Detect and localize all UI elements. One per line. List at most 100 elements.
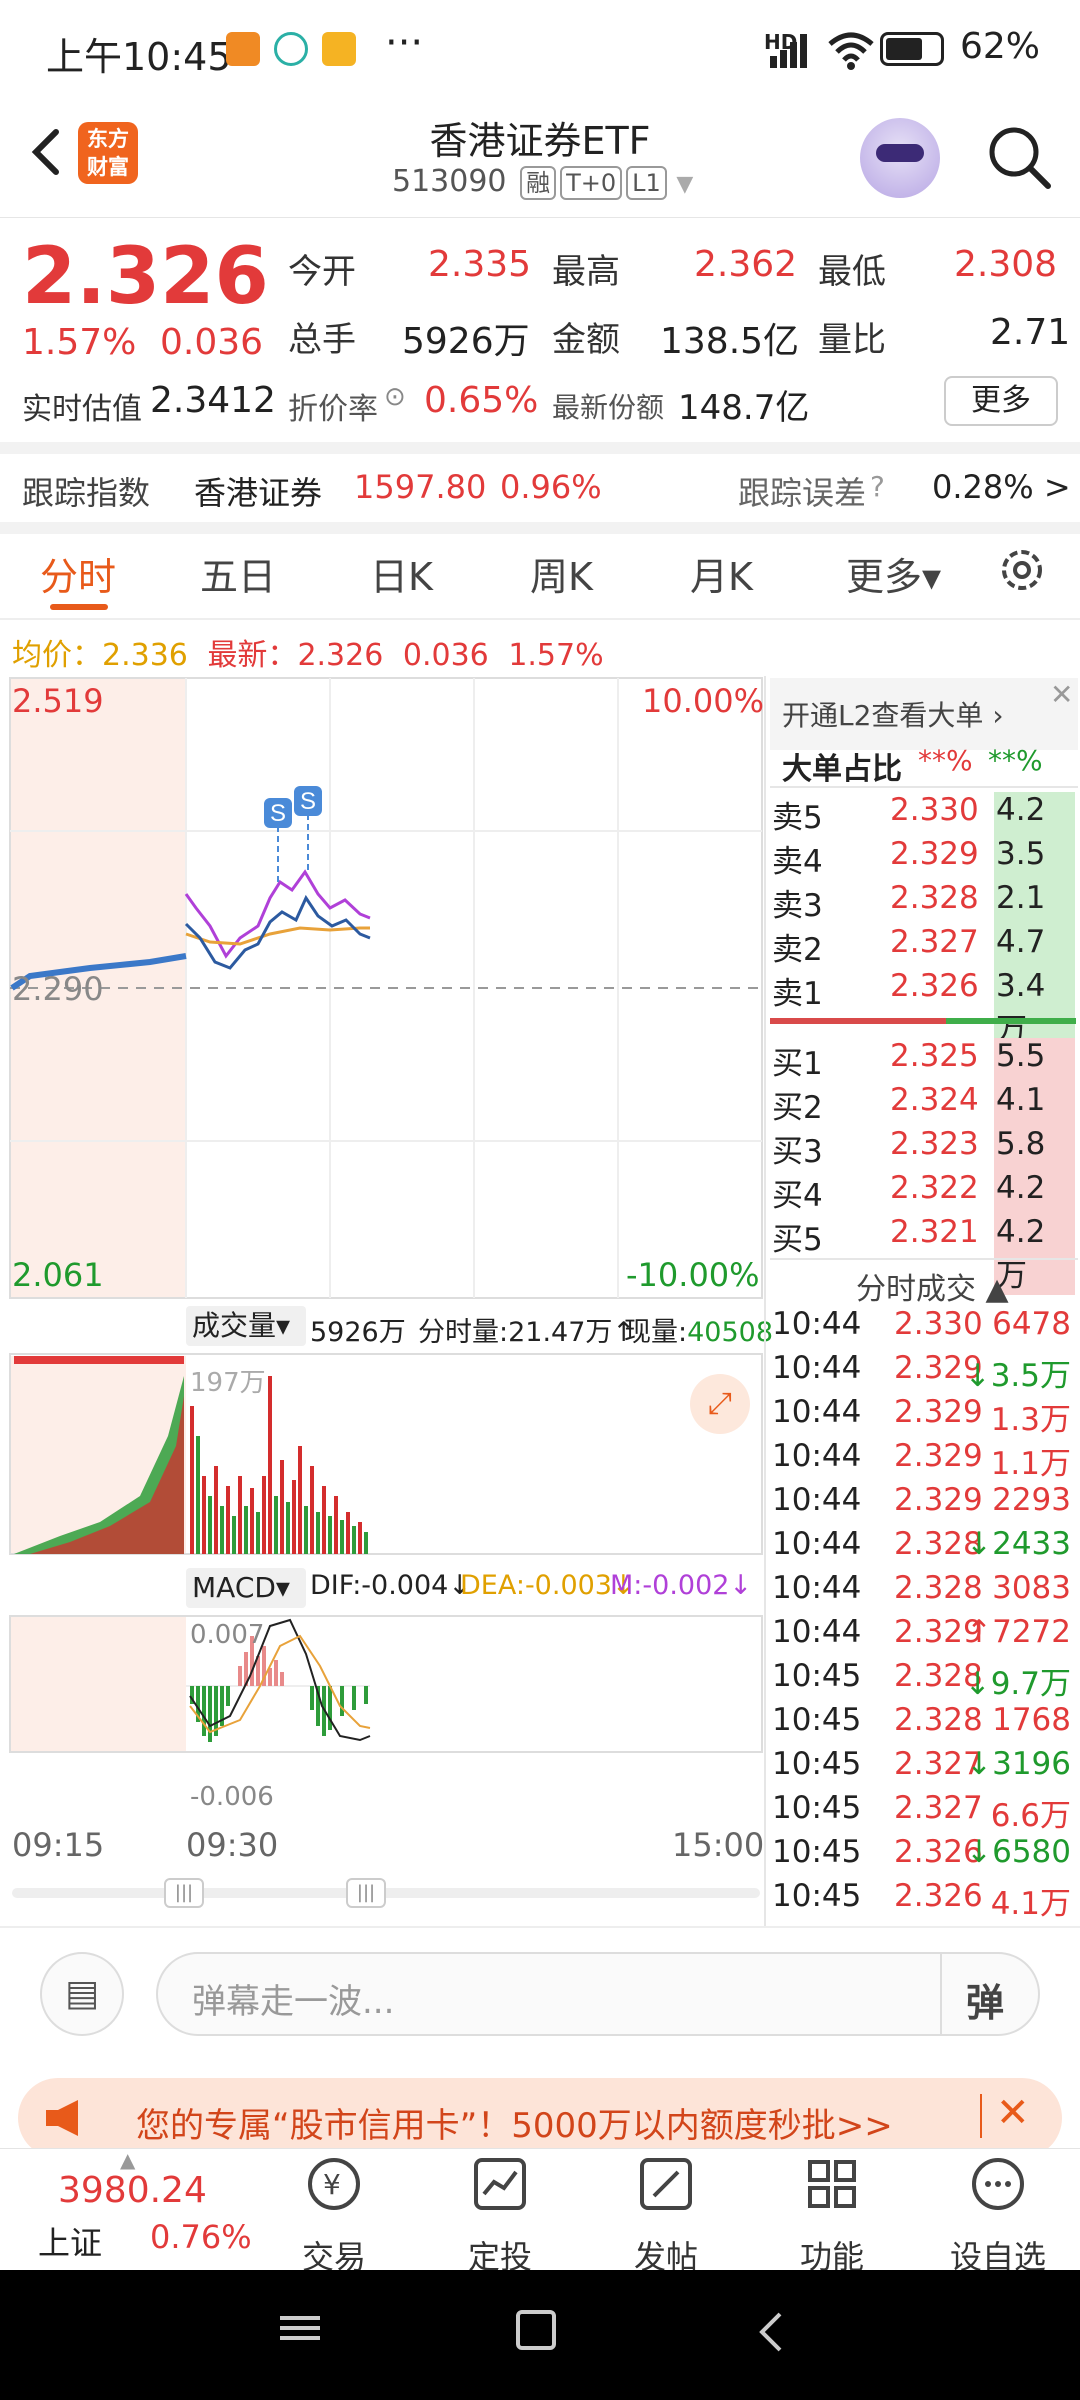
bid-row[interactable]: 买1 2.325 5.5万 (770, 1038, 1075, 1119)
ask-row[interactable]: 卖4 2.329 3.5万 (770, 836, 1075, 917)
home-icon[interactable] (516, 2310, 556, 2350)
bid-row[interactable]: 买3 2.323 5.8万 (770, 1126, 1075, 1207)
index-pct[interactable]: 0.76% (150, 2218, 252, 2256)
ask-price: 2.329 (890, 836, 979, 872)
iopv-label: 实时估值 (22, 392, 142, 427)
divider (940, 1954, 942, 2034)
trade-price: 2.326 (894, 1878, 983, 1914)
volume-axis-max: 197万 (190, 1368, 266, 1398)
tab-five-day[interactable]: 五日 (200, 546, 276, 601)
range-handle-left[interactable]: ||| (164, 1878, 204, 1908)
avg-label: 均价： (12, 638, 102, 673)
tab-intraday[interactable]: 分时 (40, 546, 116, 601)
trade-row: 10:44 2.328 3083 (770, 1570, 1075, 1614)
time-range-scrollbar[interactable] (12, 1888, 760, 1898)
ask-row[interactable]: 卖5 2.330 4.2万 (770, 792, 1075, 873)
danmu-toggle-button[interactable]: 弹 (966, 1972, 1004, 2027)
search-icon[interactable] (984, 122, 1054, 192)
tab-more[interactable]: 更多▾ (846, 546, 941, 601)
trade-row: 10:44 2.330 6478 (770, 1306, 1075, 1350)
tab-weekly-k[interactable]: 周K (530, 546, 593, 601)
invest-chart-icon[interactable] (470, 2154, 530, 2214)
tab-daily-k[interactable]: 日K (370, 546, 433, 601)
l2-promo-text[interactable]: 开通L2查看大单 › (782, 694, 1004, 734)
trade-time: 10:44 (772, 1350, 862, 1386)
trade-price: 2.327 (894, 1790, 983, 1826)
wallet-notification-icon (274, 32, 308, 66)
ask-row[interactable]: 卖2 2.327 4.7万 (770, 924, 1075, 1005)
big-order-buy: **% (918, 744, 973, 777)
expand-icon[interactable]: ⤢ (690, 1374, 750, 1434)
premium-label: 折价率 (288, 392, 378, 427)
trades-header[interactable]: 分时成交 ▲ (856, 1264, 1009, 1308)
trade-row: 10:45 2.327 ↓3196 (770, 1746, 1075, 1790)
ask-price: 2.330 (890, 792, 979, 828)
tag-t0: T+0 (560, 166, 623, 200)
intraday-chart[interactable]: S S (0, 676, 766, 1816)
help-icon[interactable]: ? (870, 470, 885, 503)
trade-volume: 1.1万 (990, 1446, 1071, 1482)
sell-pressure-bar (946, 1018, 1076, 1024)
more-button[interactable]: 更多 (944, 376, 1058, 426)
macd-indicator-selector[interactable]: MACD▾ (186, 1568, 306, 1608)
note-notification-icon (322, 32, 356, 66)
bid-row[interactable]: 买2 2.324 4.1万 (770, 1082, 1075, 1163)
amount-label: 金额 (552, 320, 620, 360)
stock-header: 东方 财富 香港证券ETF 513090 融 T+0 L1 ▼ (0, 100, 1080, 218)
volume-per-minute: 分时量:21.47万↑ (418, 1317, 636, 1348)
more-notifications-icon: ··· (385, 20, 424, 66)
settings-gear-icon[interactable] (996, 544, 1048, 596)
trade-row: 10:44 2.329 ↑7272 (770, 1614, 1075, 1658)
menu-icon[interactable] (280, 2310, 320, 2350)
bid-price: 2.324 (890, 1082, 979, 1118)
tab-monthly-k[interactable]: 月K (690, 546, 753, 601)
vol-ratio-value: 2.71 (990, 312, 1071, 353)
tracking-index-name[interactable]: 香港证券 (194, 468, 322, 514)
shares-value: 148.7亿 (678, 388, 810, 428)
vol-ratio-label: 量比 (818, 320, 886, 360)
promo-close-icon[interactable]: ✕ (996, 2090, 1030, 2136)
divider (0, 522, 1080, 534)
macd-m: M:-0.002↓ (610, 1570, 753, 1601)
macd-histogram (190, 1636, 368, 1742)
open-label: 今开 (288, 252, 356, 292)
volume-label: 总手 (288, 320, 356, 360)
bid-row[interactable]: 买5 2.321 4.2万 (770, 1214, 1075, 1295)
divider (980, 2094, 982, 2138)
divider (0, 618, 1080, 620)
bid-row[interactable]: 买4 2.322 4.2万 (770, 1170, 1075, 1251)
latest-pct: 1.57% (508, 638, 604, 673)
ask-row[interactable]: 卖3 2.328 2.1万 (770, 880, 1075, 961)
trade-volume: 2293 (992, 1482, 1071, 1518)
danmu-settings-icon[interactable]: ▤ (40, 1952, 124, 2036)
back-icon[interactable] (752, 2310, 792, 2354)
trade-volume: ↓6580 (966, 1834, 1071, 1870)
index-value[interactable]: 3980.24 (58, 2170, 207, 2211)
range-handle-right[interactable]: ||| (346, 1878, 386, 1908)
trade-yen-icon[interactable]: ¥ (304, 2154, 364, 2214)
post-edit-icon[interactable] (636, 2154, 696, 2214)
volume-indicator-selector[interactable]: 成交量▾ (186, 1306, 306, 1346)
ask-row[interactable]: 卖1 2.326 3.4万 (770, 968, 1075, 1049)
close-icon[interactable]: ✕ (1050, 678, 1073, 711)
trade-price: 2.328 (894, 1702, 983, 1738)
add-watchlist-icon[interactable] (968, 2154, 1028, 2214)
functions-grid-icon[interactable] (802, 2154, 862, 2214)
trade-time: 10:45 (772, 1878, 862, 1914)
bid-price: 2.323 (890, 1126, 979, 1162)
trade-time: 10:44 (772, 1482, 862, 1518)
tracking-error-value[interactable]: 0.28% > (932, 468, 1071, 506)
volume-value: 5926万 (402, 321, 530, 362)
trade-time: 10:44 (772, 1570, 862, 1606)
time-axis-end: 15:00 (672, 1826, 765, 1864)
assistant-robot-icon[interactable] (860, 118, 940, 198)
trade-time: 10:44 (772, 1394, 862, 1430)
trade-price: 2.329 (894, 1482, 983, 1518)
index-name[interactable]: 上证 (38, 2218, 102, 2264)
info-icon[interactable]: ⊙ (384, 382, 406, 412)
dropdown-triangle-icon[interactable]: ▼ (676, 172, 693, 197)
current-price: 2.326 (22, 232, 269, 322)
promo-text[interactable]: 您的专属“股市信用卡”！5000万以内额度秒批>> (136, 2098, 893, 2147)
trade-volume: ↓2433 (966, 1526, 1071, 1562)
battery-icon (880, 32, 944, 66)
